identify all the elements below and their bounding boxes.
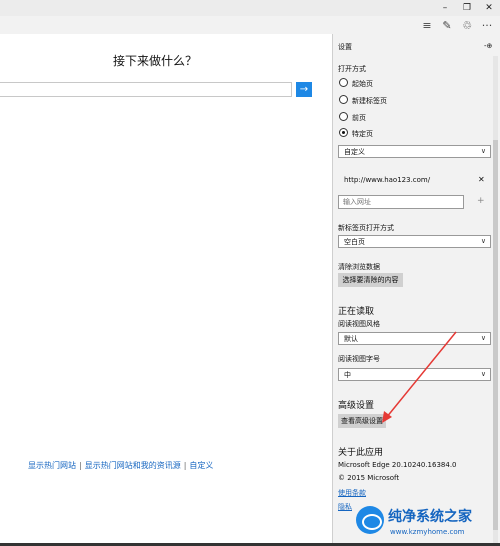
reading-font-select[interactable]: 中 ∨	[338, 368, 491, 381]
watermark-url: www.kzmyhome.com	[390, 528, 465, 536]
chevron-down-icon: ∨	[480, 334, 486, 342]
new-tab-select-value: 空白页	[344, 237, 365, 246]
radio-specific-page-label: 特定页	[352, 130, 373, 138]
minimize-button[interactable]: –	[436, 0, 454, 16]
customize-link[interactable]: 自定义	[189, 461, 213, 470]
advanced-heading: 高级设置	[338, 401, 375, 411]
reading-font-label: 阅读视图字号	[338, 355, 380, 363]
privacy-link[interactable]: 隐私	[338, 502, 352, 512]
choose-what-to-clear-button[interactable]: 选择要清除的内容	[338, 273, 403, 287]
radio-previous-pages[interactable]	[339, 112, 348, 121]
chevron-down-icon: ∨	[480, 147, 486, 155]
show-top-sites-link[interactable]: 显示热门网站	[28, 461, 76, 470]
footer-separator: |	[183, 461, 187, 470]
radio-previous-pages-label: 前页	[352, 114, 366, 122]
add-url-icon[interactable]: +	[477, 196, 485, 206]
radio-start-page[interactable]	[339, 78, 348, 87]
specific-page-select[interactable]: 自定义 ∨	[338, 145, 491, 158]
web-note-icon[interactable]: ✎	[438, 16, 456, 34]
about-heading: 关于此应用	[338, 448, 384, 458]
show-top-sites-and-feed-link[interactable]: 显示热门网站和我的资讯源	[85, 461, 181, 470]
reading-style-label: 阅读视图风格	[338, 320, 380, 328]
saved-url: http://www.hao123.com/	[344, 176, 431, 184]
newtab-heading: 接下来做什么？	[112, 54, 197, 68]
reading-style-value: 默认	[344, 334, 358, 343]
remove-url-icon[interactable]: ✕	[478, 175, 485, 184]
watermark-title: 纯净系统之家	[388, 509, 472, 525]
open-with-label: 打开方式	[338, 65, 366, 73]
close-button[interactable]: ✕	[480, 0, 498, 16]
settings-panel	[332, 34, 500, 546]
chevron-down-icon: ∨	[480, 370, 486, 378]
view-advanced-settings-button[interactable]: 查看高级设置	[338, 414, 386, 428]
pin-icon[interactable]: -⊕	[484, 42, 492, 50]
share-icon[interactable]: ♲	[458, 16, 476, 34]
watermark-logo-icon	[356, 506, 384, 534]
reading-font-value: 中	[344, 370, 351, 379]
radio-specific-page[interactable]	[339, 128, 348, 137]
search-go-button[interactable]: →	[296, 82, 312, 97]
radio-new-tab[interactable]	[339, 95, 348, 104]
newtab-footer-links: 显示热门网站 | 显示热门网站和我的资讯源 | 自定义	[28, 460, 213, 471]
search-input[interactable]	[0, 82, 292, 97]
footer-separator: |	[79, 461, 82, 470]
reading-style-select[interactable]: 默认 ∨	[338, 332, 491, 345]
clear-data-label: 清除浏览数据	[338, 263, 380, 271]
new-tab-label: 新标签页打开方式	[338, 224, 394, 232]
chevron-down-icon: ∨	[480, 237, 486, 245]
about-version: Microsoft Edge 20.10240.16384.0	[338, 461, 457, 469]
restore-button[interactable]: ❐	[458, 0, 476, 16]
radio-new-tab-label: 新建标签页	[352, 97, 387, 105]
specific-page-select-value: 自定义	[344, 147, 365, 156]
about-copyright: © 2015 Microsoft	[338, 474, 400, 482]
terms-of-use-link[interactable]: 使用条款	[338, 488, 366, 498]
more-icon[interactable]: ···	[478, 16, 496, 34]
title-bar	[0, 0, 500, 16]
watermark: 纯净系统之家 www.kzmyhome.com	[356, 502, 500, 546]
add-url-input[interactable]	[338, 195, 464, 209]
settings-title: 设置	[338, 43, 352, 51]
settings-scrollbar-thumb[interactable]	[493, 140, 498, 530]
reading-heading: 正在读取	[338, 307, 375, 317]
radio-start-page-label: 起始页	[352, 80, 373, 88]
hub-icon[interactable]: ≡	[418, 16, 436, 34]
new-tab-select[interactable]: 空白页 ∨	[338, 235, 491, 248]
